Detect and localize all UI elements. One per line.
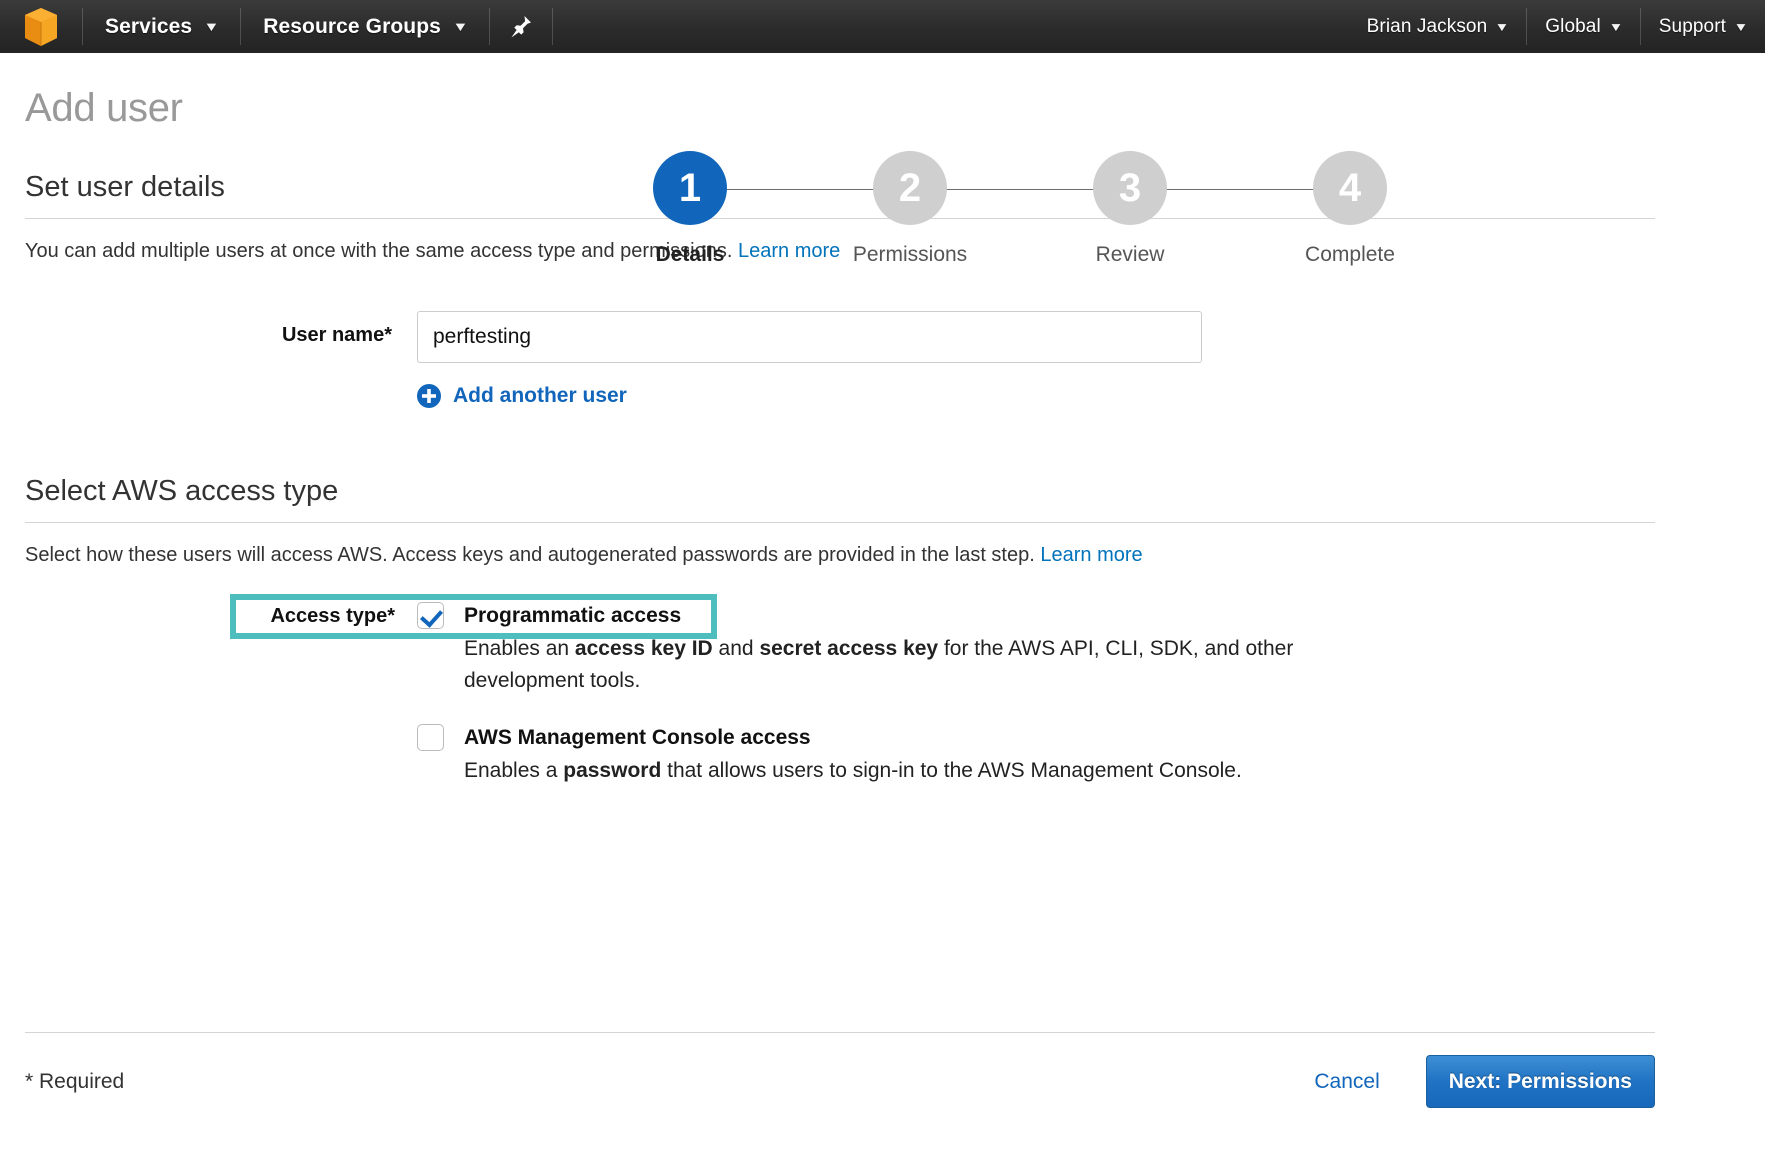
checkbox-console-access[interactable] — [417, 724, 444, 751]
username-input[interactable] — [417, 311, 1202, 363]
access-type-description: Select how these users will access AWS. … — [25, 523, 1740, 569]
nav-item-region[interactable]: Global ▼ — [1527, 0, 1640, 53]
username-label: User name* — [25, 311, 417, 347]
plus-circle-icon — [417, 384, 441, 408]
wizard-step-2-label: Permissions — [853, 243, 967, 267]
nav-item-support-label: Support — [1659, 16, 1726, 38]
nav-item-account[interactable]: Brian Jackson ▼ — [1349, 0, 1527, 53]
wizard-step-review[interactable]: 3 Review — [1055, 151, 1205, 267]
access-type-row-programmatic: Access type* Programmatic access Enables… — [25, 601, 1740, 697]
add-another-user-label: Add another user — [453, 384, 627, 408]
aws-cube-icon — [24, 8, 58, 46]
wizard-step-1-label: Details — [656, 243, 725, 267]
pin-shortcut-button[interactable] — [490, 0, 552, 53]
nav-item-account-label: Brian Jackson — [1367, 16, 1488, 38]
nav-item-resource-groups[interactable]: Resource Groups ▼ — [241, 0, 489, 53]
nav-item-support[interactable]: Support ▼ — [1641, 0, 1765, 53]
nav-item-services[interactable]: Services ▼ — [83, 0, 240, 53]
access-type-section: Select AWS access type Select how these … — [25, 475, 1740, 787]
plain-text: Enables an — [464, 637, 575, 660]
chevron-down-icon: ▼ — [1608, 20, 1623, 34]
cancel-button[interactable]: Cancel — [1308, 1069, 1385, 1095]
wizard-step-details[interactable]: 1 Details — [615, 151, 765, 267]
access-type-heading: Select AWS access type — [25, 475, 1740, 522]
emphasis-text: secret access key — [759, 637, 938, 660]
add-another-user-button[interactable]: Add another user — [417, 384, 627, 408]
pushpin-icon — [510, 15, 532, 39]
option-description-console-access: Enables a password that allows users to … — [464, 755, 1242, 787]
plain-text: Enables a — [464, 759, 563, 782]
top-navbar: Services ▼ Resource Groups ▼ Brian Jacks… — [0, 0, 1765, 53]
wizard-step-3-number: 3 — [1093, 151, 1167, 225]
required-note: * Required — [25, 1070, 124, 1094]
chevron-down-icon: ▼ — [1734, 20, 1749, 34]
footer-bar: * Required Cancel Next: Permissions — [25, 1055, 1655, 1108]
wizard-step-1-number: 1 — [653, 151, 727, 225]
chevron-down-icon: ▼ — [452, 19, 468, 34]
chevron-down-icon: ▼ — [1495, 20, 1510, 34]
option-title-console-access[interactable]: AWS Management Console access — [464, 723, 1242, 752]
page-title: Add user — [25, 53, 1740, 131]
option-title-programmatic-access[interactable]: Programmatic access — [464, 601, 1404, 630]
access-type-row-console: AWS Management Console access Enables a … — [25, 723, 1740, 787]
nav-item-resource-groups-label: Resource Groups — [263, 15, 441, 39]
emphasis-text: password — [563, 759, 661, 782]
username-form-row: User name* — [25, 311, 1740, 363]
checkbox-programmatic-access[interactable] — [417, 602, 444, 629]
footer-divider — [25, 1032, 1655, 1033]
plain-text: and — [713, 637, 760, 660]
page-body: Add user 1 Details 2 Permissions 3 Revie… — [0, 53, 1765, 787]
access-type-options: Access type* Programmatic access Enables… — [25, 601, 1740, 787]
chevron-down-icon: ▼ — [204, 19, 220, 34]
emphasis-text: access key ID — [575, 637, 713, 660]
access-type-description-text: Select how these users will access AWS. … — [25, 544, 1035, 566]
wizard-step-4-label: Complete — [1305, 243, 1395, 267]
next-permissions-button[interactable]: Next: Permissions — [1426, 1055, 1655, 1108]
wizard-step-complete[interactable]: 4 Complete — [1275, 151, 1425, 267]
access-type-option-texts: Programmatic access Enables an access ke… — [464, 601, 1404, 697]
nav-item-region-label: Global — [1545, 16, 1601, 38]
access-type-label: Access type* — [25, 601, 417, 631]
plain-text: that allows users to sign-in to the AWS … — [661, 759, 1242, 782]
aws-logo[interactable] — [0, 0, 82, 53]
navbar-right-group: Brian Jackson ▼ Global ▼ Support ▼ — [1349, 0, 1765, 53]
row-spacer — [25, 697, 1740, 723]
option-description-programmatic-access: Enables an access key ID and secret acce… — [464, 633, 1404, 697]
wizard-step-4-number: 4 — [1313, 151, 1387, 225]
learn-more-link-access-type[interactable]: Learn more — [1040, 544, 1142, 566]
access-type-label-spacer — [25, 723, 417, 753]
wizard-step-3-label: Review — [1096, 243, 1165, 267]
nav-divider — [552, 8, 553, 45]
nav-item-services-label: Services — [105, 15, 192, 39]
wizard-step-permissions[interactable]: 2 Permissions — [835, 151, 985, 267]
wizard-step-2-number: 2 — [873, 151, 947, 225]
wizard-step-indicator: 1 Details 2 Permissions 3 Review 4 Compl… — [615, 151, 1425, 281]
footer-actions: Cancel Next: Permissions — [1308, 1055, 1655, 1108]
access-type-option-texts: AWS Management Console access Enables a … — [464, 723, 1242, 787]
